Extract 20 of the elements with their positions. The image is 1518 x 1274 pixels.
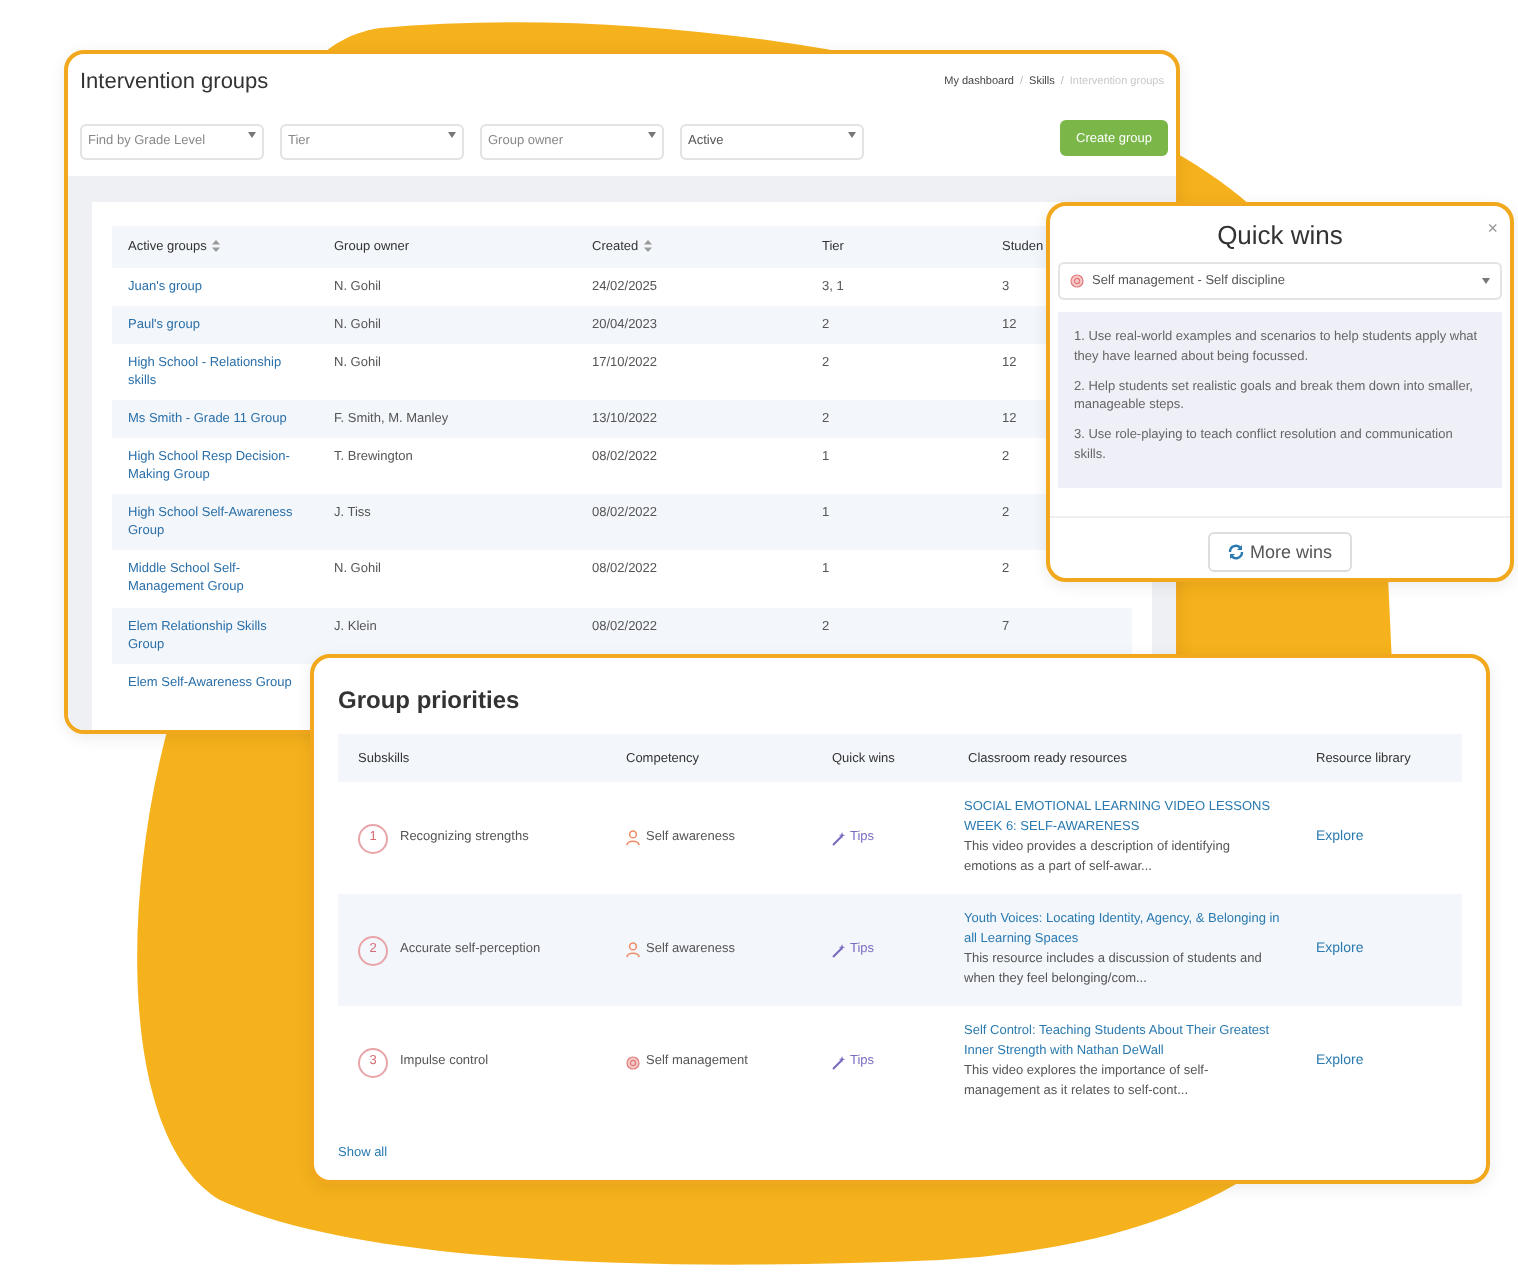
person-icon: [626, 830, 640, 846]
caret-icon: [448, 132, 456, 138]
sort-icon[interactable]: [644, 240, 653, 252]
refresh-icon: [1227, 544, 1244, 560]
caret-icon: [1482, 278, 1490, 284]
magic-wand-icon: [832, 1055, 846, 1069]
close-button[interactable]: ×: [1487, 218, 1498, 238]
panel-title: Quick wins: [1217, 219, 1343, 249]
person-icon: [626, 942, 640, 958]
target-icon: [1070, 274, 1084, 288]
sort-icon[interactable]: [212, 240, 221, 252]
magic-wand-icon: [832, 831, 846, 845]
caret-icon: [648, 132, 656, 138]
panel-title: Group priorities: [338, 686, 522, 714]
panel-title: Intervention groups: [80, 70, 269, 94]
target-icon: [626, 1055, 640, 1069]
caret-icon: [248, 132, 256, 138]
more-wins-button[interactable]: More wins: [1207, 532, 1352, 572]
magic-wand-icon: [832, 943, 846, 957]
caret-icon: [848, 132, 856, 138]
